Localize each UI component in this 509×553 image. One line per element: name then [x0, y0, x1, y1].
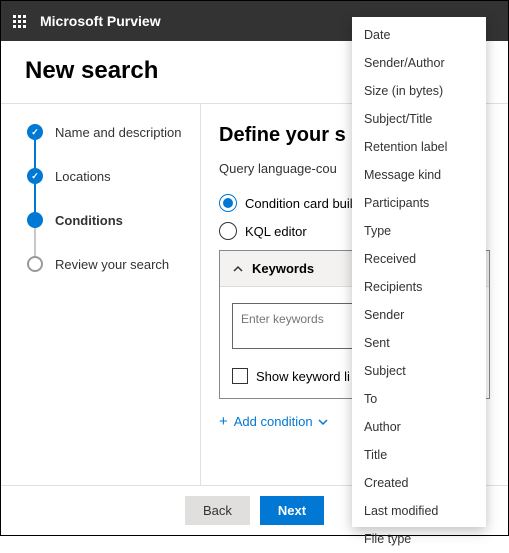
radio-icon [219, 222, 237, 240]
dropdown-item[interactable]: Sender/Author [352, 49, 486, 77]
wizard-stepper: Name and description Locations Condition… [1, 104, 201, 493]
dropdown-item[interactable]: Last modified [352, 497, 486, 525]
keywords-title: Keywords [252, 261, 314, 276]
pending-step-icon [27, 256, 43, 272]
dropdown-item[interactable]: Message kind [352, 161, 486, 189]
radio-icon [219, 194, 237, 212]
back-button[interactable]: Back [185, 496, 250, 525]
dropdown-item[interactable]: Date [352, 21, 486, 49]
current-step-icon [27, 212, 43, 228]
check-icon [27, 168, 43, 184]
dropdown-item[interactable]: To [352, 385, 486, 413]
product-name: Microsoft Purview [40, 13, 161, 29]
plus-icon: + [219, 413, 228, 430]
dropdown-item[interactable]: Created [352, 469, 486, 497]
radio-label: KQL editor [245, 224, 307, 239]
dropdown-item[interactable]: Sent [352, 329, 486, 357]
step-connector [34, 140, 36, 168]
next-button[interactable]: Next [260, 496, 324, 525]
app-launcher-icon[interactable] [13, 15, 26, 28]
step-locations[interactable]: Locations [27, 168, 184, 184]
dropdown-item[interactable]: Received [352, 245, 486, 273]
dropdown-item[interactable]: File type [352, 525, 486, 553]
chevron-up-icon [232, 263, 244, 275]
check-icon [27, 124, 43, 140]
step-name-description[interactable]: Name and description [27, 124, 184, 140]
step-connector [34, 184, 36, 212]
dropdown-item[interactable]: Subject [352, 357, 486, 385]
dropdown-item[interactable]: Sender [352, 301, 486, 329]
condition-dropdown[interactable]: DateSender/AuthorSize (in bytes)Subject/… [352, 17, 486, 527]
dropdown-item[interactable]: Recipients [352, 273, 486, 301]
dropdown-item[interactable]: Title [352, 441, 486, 469]
radio-label: Condition card buil [245, 196, 353, 211]
dropdown-item[interactable]: Size (in bytes) [352, 77, 486, 105]
checkbox-icon [232, 368, 248, 384]
checkbox-label: Show keyword li [256, 369, 350, 384]
step-review[interactable]: Review your search [27, 256, 184, 272]
step-conditions[interactable]: Conditions [27, 212, 184, 228]
dropdown-item[interactable]: Retention label [352, 133, 486, 161]
dropdown-item[interactable]: Author [352, 413, 486, 441]
dropdown-item[interactable]: Type [352, 217, 486, 245]
dropdown-item[interactable]: Subject/Title [352, 105, 486, 133]
step-connector [34, 228, 36, 256]
dropdown-item[interactable]: Participants [352, 189, 486, 217]
add-condition-label: Add condition [234, 414, 313, 429]
chevron-down-icon [317, 416, 329, 428]
